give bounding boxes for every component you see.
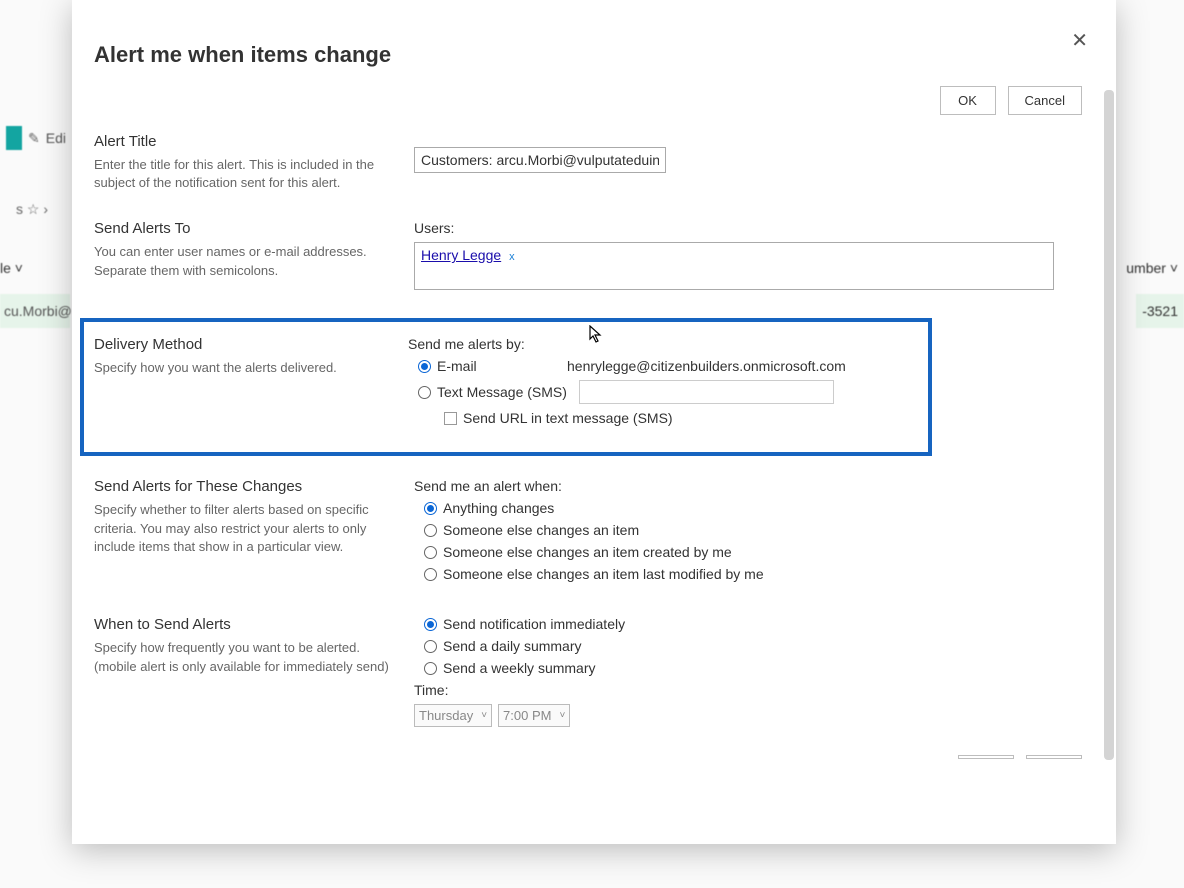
changes-heading: Send Alerts for These Changes — [94, 478, 396, 495]
users-people-picker[interactable]: Henry Legge x — [414, 242, 1054, 290]
dialog-scrollbar[interactable] — [1104, 90, 1114, 830]
send-by-label: Send me alerts by: — [408, 336, 914, 352]
when-opt2-radio[interactable] — [424, 640, 437, 653]
send-to-heading: Send Alerts To — [94, 220, 396, 237]
changes-opt1-radio[interactable] — [424, 502, 437, 515]
chevron-down-icon: ˅ — [559, 710, 565, 721]
dialog-body: OK Cancel Alert Title Enter the title fo… — [72, 86, 1104, 834]
bg-edit-label: Edi — [46, 130, 66, 146]
alert-title-input[interactable] — [414, 147, 666, 173]
changes-opt3-radio[interactable] — [424, 546, 437, 559]
changes-opt2-radio[interactable] — [424, 524, 437, 537]
alert-title-heading: Alert Title — [94, 133, 396, 150]
section-delivery-method: Delivery Method Specify how you want the… — [80, 318, 932, 456]
when-heading: When to Send Alerts — [94, 616, 396, 633]
scrollbar-thumb[interactable] — [1104, 90, 1114, 760]
person-tag[interactable]: Henry Legge — [421, 247, 501, 263]
dialog-header: Alert me when items change ✕ — [72, 0, 1116, 78]
sms-radio[interactable] — [418, 386, 431, 399]
cancel-button-bottom[interactable] — [1026, 755, 1082, 759]
bg-column-dropdown: le ˅ — [0, 260, 23, 276]
when-opt3-label: Send a weekly summary — [443, 660, 596, 676]
alert-when-label: Send me an alert when: — [414, 478, 1082, 494]
section-changes: Send Alerts for These Changes Specify wh… — [94, 478, 1082, 588]
delivery-heading: Delivery Method — [94, 336, 390, 353]
pencil-icon: ✎ — [28, 130, 40, 147]
email-radio[interactable] — [418, 360, 431, 373]
section-send-to: Send Alerts To You can enter user names … — [94, 220, 1082, 290]
day-select[interactable]: Thursday ˅ — [414, 704, 492, 727]
users-label: Users: — [414, 220, 1082, 236]
send-url-label: Send URL in text message (SMS) — [463, 410, 673, 426]
when-desc: Specify how frequently you want to be al… — [94, 639, 396, 675]
ok-button-bottom[interactable] — [958, 755, 1014, 759]
dialog-button-row-bottom — [94, 755, 1082, 759]
changes-opt3-label: Someone else changes an item created by … — [443, 544, 732, 560]
dialog-title: Alert me when items change — [94, 42, 391, 68]
send-to-desc: You can enter user names or e-mail addre… — [94, 243, 396, 279]
when-opt2-label: Send a daily summary — [443, 638, 582, 654]
chevron-down-icon: ˅ — [481, 710, 487, 721]
changes-desc: Specify whether to filter alerts based o… — [94, 501, 396, 556]
dialog-button-row-top: OK Cancel — [94, 86, 1082, 115]
changes-opt1-label: Anything changes — [443, 500, 554, 516]
sms-radio-label: Text Message (SMS) — [437, 384, 567, 400]
close-icon[interactable]: ✕ — [1071, 28, 1088, 53]
bg-column-header-right: umber ˅ — [1126, 260, 1178, 276]
day-select-value: Thursday — [419, 708, 473, 723]
cancel-button[interactable]: Cancel — [1008, 86, 1082, 115]
sms-phone-input[interactable] — [579, 380, 834, 404]
ok-button[interactable]: OK — [940, 86, 996, 115]
bg-teal-block — [6, 126, 22, 150]
email-radio-label: E-mail — [437, 358, 533, 374]
alert-title-desc: Enter the title for this alert. This is … — [94, 156, 396, 192]
when-opt1-radio[interactable] — [424, 618, 437, 631]
bg-star-breadcrumb: s ☆ › — [16, 201, 48, 218]
bg-toolbar: ✎ Edi — [0, 120, 70, 156]
when-opt3-radio[interactable] — [424, 662, 437, 675]
delivery-desc: Specify how you want the alerts delivere… — [94, 359, 390, 377]
person-remove-icon[interactable]: x — [509, 251, 515, 263]
changes-opt2-label: Someone else changes an item — [443, 522, 639, 538]
bg-selected-row-right: -3521 — [1136, 294, 1184, 328]
when-opt1-label: Send notification immediately — [443, 616, 625, 632]
changes-opt4-radio[interactable] — [424, 568, 437, 581]
bg-selected-row-left: cu.Morbi@ — [0, 294, 70, 328]
send-url-checkbox[interactable] — [444, 412, 457, 425]
time-select-value: 7:00 PM — [503, 708, 551, 723]
changes-opt4-label: Someone else changes an item last modifi… — [443, 566, 764, 582]
time-select[interactable]: 7:00 PM ˅ — [498, 704, 570, 727]
section-when: When to Send Alerts Specify how frequent… — [94, 616, 1082, 727]
time-label: Time: — [414, 682, 1082, 698]
alert-dialog: Alert me when items change ✕ OK Cancel A… — [72, 0, 1116, 844]
section-alert-title: Alert Title Enter the title for this ale… — [94, 133, 1082, 192]
email-value: henrylegge@citizenbuilders.onmicrosoft.c… — [567, 358, 846, 374]
